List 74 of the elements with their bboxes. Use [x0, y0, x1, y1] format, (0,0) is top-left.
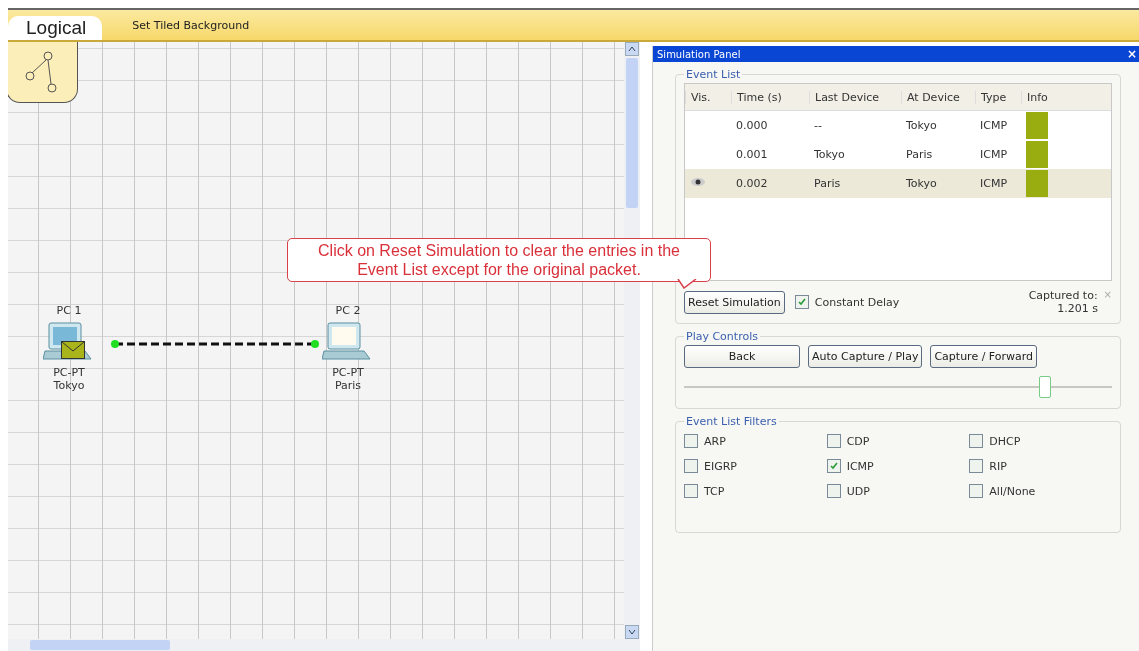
scroll-up-button[interactable] [625, 42, 639, 56]
checkbox[interactable] [794, 295, 809, 309]
group-title: Event List Filters [685, 415, 778, 428]
device-label: Paris [334, 379, 362, 392]
checkbox[interactable] [969, 484, 984, 498]
column-header[interactable]: Last Device [809, 90, 901, 104]
close-button[interactable]: × [1126, 47, 1137, 61]
table-cell-text: Paris [813, 177, 842, 190]
device-name: PC 1 [56, 304, 82, 317]
scrollbar-thumb[interactable] [30, 640, 170, 650]
table-cell-text: 0.000 [735, 119, 769, 132]
group-title: Event List [685, 68, 742, 81]
info-swatch[interactable] [1026, 112, 1048, 139]
envelope-icon[interactable] [61, 341, 85, 359]
checkbox-label: DHCP [989, 434, 1021, 448]
chevron-up-icon [628, 46, 636, 52]
checkbox[interactable] [969, 459, 984, 473]
play-control-button[interactable]: Auto Capture / Play [808, 345, 923, 368]
table-cell-text: Paris [905, 148, 934, 161]
table-cell-text: Tokyo [813, 148, 846, 161]
checkbox-label: UDP [846, 484, 870, 498]
set-tiled-background-link[interactable]: Set Tiled Background [132, 19, 250, 32]
device-model: PC-PT [332, 366, 364, 379]
play-control-button[interactable]: Back [684, 345, 800, 368]
slider-thumb[interactable] [1038, 376, 1051, 398]
info-swatch[interactable] [1026, 141, 1048, 168]
column-header[interactable]: Time (s) [731, 90, 809, 104]
chevron-down-icon [628, 629, 636, 635]
table-cell-text: 0.002 [735, 177, 769, 190]
table-cell-text: ICMP [979, 177, 1009, 190]
checkbox-label: All/None [989, 484, 1036, 498]
table-cell-text: ICMP [979, 148, 1009, 161]
checkbox[interactable] [684, 459, 698, 473]
captured-label: Captured to: [1028, 289, 1098, 302]
table-cell-text: Tokyo [905, 177, 938, 190]
checkbox-label: CDP [846, 434, 870, 448]
checkbox[interactable] [684, 484, 698, 498]
event-row[interactable]: 0.001 Tokyo Paris ICMP [685, 140, 1111, 169]
checkbox[interactable] [969, 434, 984, 448]
panel-title: Simulation Panel [657, 48, 741, 60]
scrollbar-thumb[interactable] [626, 58, 638, 208]
group-title: Play Controls [685, 330, 759, 343]
topology-icon[interactable] [8, 42, 78, 103]
device-name: PC 2 [335, 304, 361, 317]
event-row[interactable]: 0.002 Paris Tokyo ICMP [685, 169, 1111, 198]
tooltip-callout: Click on Reset Simulation to clear the entries in the Event List except for the original packet. [287, 238, 711, 282]
column-header[interactable]: At Device [901, 90, 975, 104]
column-header[interactable]: Info [1021, 90, 1061, 104]
column-header[interactable]: Vis. [685, 90, 731, 104]
event-row[interactable]: 0.000 -- Tokyo ICMP [685, 111, 1111, 140]
reset-simulation-button[interactable]: Reset Simulation [684, 290, 785, 314]
scroll-down-button[interactable] [625, 625, 639, 639]
table-cell-text: ICMP [979, 119, 1009, 132]
checkbox-label: TCP [704, 484, 725, 498]
play-control-button[interactable]: Capture / Forward [930, 345, 1038, 368]
device-model: PC-PT [53, 366, 85, 379]
table-cell-text: -- [813, 119, 823, 132]
table-cell-text: Tokyo [905, 119, 938, 132]
checkbox-label: ARP [704, 434, 726, 448]
callout-tail [676, 279, 698, 289]
checkbox[interactable] [684, 434, 698, 448]
device-label: Tokyo [53, 379, 85, 392]
checkbox-label: EIGRP [704, 459, 737, 473]
checkbox[interactable] [826, 434, 841, 448]
logical-tab[interactable]: Logical [8, 16, 103, 40]
info-swatch[interactable] [1026, 170, 1048, 197]
checkbox[interactable] [826, 484, 841, 498]
checkbox-label: ICMP [846, 459, 874, 473]
captured-value: 1.201 s [1057, 302, 1098, 315]
checkbox-label: Constant Delay [814, 295, 900, 309]
checkbox-label: RIP [989, 459, 1007, 473]
checkbox[interactable] [826, 459, 841, 473]
table-cell-text: 0.001 [735, 148, 769, 161]
column-header[interactable]: Type [975, 90, 1021, 104]
